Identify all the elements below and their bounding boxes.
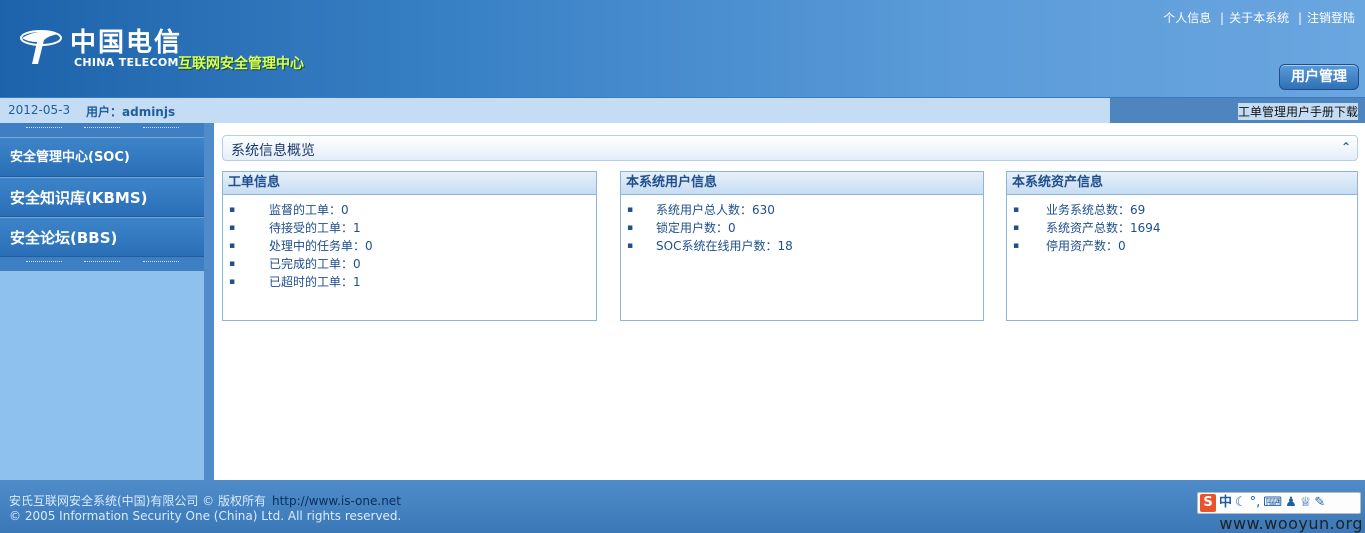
list-item: ▪ 系统资产总数：1694 [1013,221,1161,235]
user-icon[interactable]: ♟ [1285,493,1297,513]
list-item[interactable]: ▪ 已完成的工单：0 [223,255,596,273]
system-subtitle: 互联网安全管理中心 [178,56,304,72]
header: 中国电信 CHINA TELECOM 互联网安全管理中心 个人信息 | 关于本系统… [0,0,1365,97]
sidebar-divider [0,257,204,271]
main-content: 系统信息概览 ⌃ 工单信息 ▪ 监督的工单：0 ▪ 待接受的工单：1 ▪ 处理中的任务… [214,123,1365,480]
user-management-button[interactable]: 用户管理 [1279,64,1359,90]
overview-title: 系统信息概览 [231,143,315,159]
bullet-icon: ▪ [627,223,634,233]
list-item: ▪ 系统用户总人数：630 [627,203,775,217]
keyboard-icon[interactable]: ⌨ [1263,493,1282,513]
separator: | [1220,11,1225,25]
overview-header: 系统信息概览 ⌃ [222,135,1358,161]
bullet-icon: ▪ [229,259,236,269]
ime-mode-toggle[interactable]: 中 [1219,493,1232,513]
list-item: ▪ SOC系统在线用户数：18 [627,239,793,253]
current-date: 2012-05-3 [8,103,71,117]
list-item: ▪ 停用资产数：0 [1013,239,1126,253]
sidebar: 安全管理中心(SOC) 安全知识库(KBMS) 安全论坛(BBS) [0,123,214,480]
ime-toolbar[interactable]: S 中 ☾ °, ⌨ ♟ ♕ ✎ [1197,492,1361,514]
top-links: 个人信息 | 关于本系统 | 注销登陆 [1163,9,1355,26]
watermark: www.wooyun.org [1219,514,1363,533]
manual-download-area: 工单管理用户手册下载 [1110,98,1365,124]
punctuation-icon[interactable]: °, [1250,493,1261,513]
china-telecom-logo-icon [20,30,62,64]
logout-link[interactable]: 注销登陆 [1307,11,1355,25]
about-link[interactable]: 关于本系统 [1229,11,1289,25]
user-info-panel: 本系统用户信息 ▪ 系统用户总人数：630 ▪ 锁定用户数：0 ▪ SOC系统在线用户… [620,171,984,321]
bullet-icon: ▪ [229,205,236,215]
list-item: ▪ 业务系统总数：69 [1013,203,1146,217]
separator: | [1297,11,1302,25]
moon-icon[interactable]: ☾ [1235,493,1247,513]
sidebar-item-soc[interactable]: 安全管理中心(SOC) [0,137,204,177]
sidebar-item-bbs[interactable]: 安全论坛(BBS) [0,217,204,257]
bullet-icon: ▪ [1013,223,1020,233]
current-user: 用户：adminjs [86,105,176,119]
list-item[interactable]: ▪ 处理中的任务单：0 [223,237,596,255]
manual-download-link[interactable]: 工单管理用户手册下载 [1237,103,1358,120]
asset-info-panel: 本系统资产信息 ▪ 业务系统总数：69 ▪ 系统资产总数：1694 ▪ 停用资产数：0 [1006,171,1358,321]
wrench-icon[interactable]: ✎ [1314,493,1325,513]
footer: 安氏互联网安全系统(中国)有限公司 © 版权所有 http://www.is-on… [0,480,1365,533]
list-item[interactable]: ▪ 待接受的工单：1 [223,219,596,237]
panel-title: 工单信息 [223,172,596,195]
footer-company: 安氏互联网安全系统(中国)有限公司 © 版权所有 http://www.is-on… [9,494,401,508]
shirt-icon[interactable]: ♕ [1300,493,1312,513]
footer-url-link[interactable]: http://www.is-one.net [272,494,401,508]
sogou-logo-icon[interactable]: S [1200,494,1216,512]
status-bar: 2012-05-3 用户：adminjs 工单管理用户手册下载 [0,97,1365,124]
footer-copyright: © 2005 Information Security One (China) … [9,509,402,523]
list-item[interactable]: ▪ 监督的工单：0 [223,201,596,219]
list-item[interactable]: ▪ 已超时的工单：1 [223,273,596,291]
list-item: ▪ 锁定用户数：0 [627,221,736,235]
profile-link[interactable]: 个人信息 [1163,11,1211,25]
panel-title: 本系统用户信息 [621,172,983,195]
sidebar-divider [0,123,204,137]
logo-en-text: CHINA TELECOM [74,56,179,69]
logo-cn-text: 中国电信 [70,28,183,58]
panel-title: 本系统资产信息 [1007,172,1357,195]
bullet-icon: ▪ [1013,205,1020,215]
bullet-icon: ▪ [627,205,634,215]
sidebar-item-kbms[interactable]: 安全知识库(KBMS) [0,177,204,217]
bullet-icon: ▪ [1013,241,1020,251]
bullet-icon: ▪ [229,223,236,233]
bullet-icon: ▪ [229,241,236,251]
bullet-icon: ▪ [229,277,236,287]
ticket-info-panel: 工单信息 ▪ 监督的工单：0 ▪ 待接受的工单：1 ▪ 处理中的任务单：0 ▪ 已完成的… [222,171,597,321]
bullet-icon: ▪ [627,241,634,251]
double-chevron-up-icon[interactable]: ⌃ [1341,140,1351,154]
